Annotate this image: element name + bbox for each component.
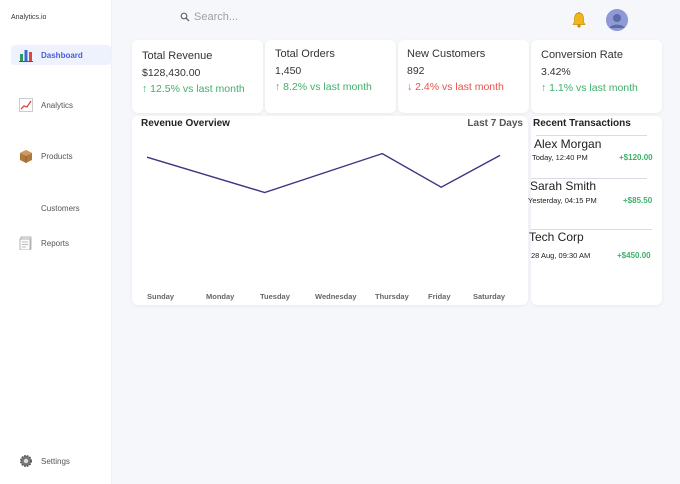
recent-transactions-panel: Recent Transactions Alex Morgan Today, 1… [528,116,662,305]
x-tick-label: Thursday [375,292,409,301]
transaction-time: Today, 12:40 PM [532,153,588,162]
bar-chart-icon [18,47,34,63]
line-chart-icon [18,97,34,113]
stat-value: $128,430.00 [142,67,201,79]
revenue-series-line [146,152,501,194]
transaction-name: Tech Corp [529,230,584,244]
revenue-line-chart [146,152,501,194]
recent-transactions-title: Recent Transactions [533,118,631,129]
transaction-name: Sarah Smith [530,179,597,193]
sidebar-item-reports[interactable]: Reports [11,233,111,253]
transaction-amount: +$450.00 [617,251,651,260]
sidebar-item-settings[interactable]: Settings [11,451,111,471]
gear-icon [18,453,34,469]
x-tick-label: Sunday [147,292,175,301]
stat-card-new-customers: New Customers 892 ↓ 2.4% vs last month [398,40,529,113]
x-tick-label: Saturday [473,292,506,301]
stat-value: 1,450 [275,65,302,77]
brand-logo[interactable]: Analytics.io [11,14,46,21]
transaction-amount: +$85.50 [623,196,653,205]
stat-trend: ↓ 2.4% vs last month [407,81,504,93]
document-icon [18,235,34,251]
transaction-time: Yesterday, 04:15 PM [528,196,597,205]
transaction-time: 28 Aug, 09:30 AM [531,251,591,260]
stat-value: 892 [407,65,425,77]
transaction-amount: +$120.00 [619,153,653,162]
x-tick-label: Friday [428,292,451,301]
x-tick-label: Monday [206,292,235,301]
sidebar-item-label: Settings [41,456,70,466]
stat-card-total-orders: Total Orders 1,450 ↑ 8.2% vs last month [265,40,396,113]
sidebar-item-label: Products [41,151,73,161]
sidebar-item-products[interactable]: Products [11,146,111,166]
box-icon [18,148,34,164]
revenue-overview-panel: Revenue Overview Last 7 Days Sunday Mond… [132,116,528,305]
sidebar-item-analytics[interactable]: Analytics [11,95,111,115]
sidebar-item-dashboard[interactable]: Dashboard [11,45,111,65]
stat-title: Total Orders [275,48,335,60]
search-input[interactable]: Search... [180,11,238,23]
x-tick-label: Wednesday [315,292,357,301]
stat-trend: ↑ 1.1% vs last month [541,82,638,94]
divider [536,135,647,136]
stat-trend: ↑ 12.5% vs last month [142,83,245,95]
search-icon [180,12,190,22]
x-tick-label: Tuesday [260,292,290,301]
stat-trend: ↑ 8.2% vs last month [275,81,372,93]
transaction-name: Alex Morgan [534,137,602,151]
sidebar-item-label: Analytics [41,100,74,110]
sidebar-item-label: Reports [41,238,70,248]
stat-title: New Customers [407,48,486,60]
user-avatar[interactable] [606,9,628,31]
sidebar-item-label: Dashboard [41,50,83,60]
stat-value: 3.42% [541,66,571,78]
sidebar-item-label: Customers [41,203,80,213]
stat-title: Conversion Rate [541,49,623,61]
bell-icon[interactable] [570,11,588,29]
stat-card-total-revenue: Total Revenue $128,430.00 ↑ 12.5% vs las… [132,40,263,113]
stat-title: Total Revenue [142,50,213,62]
sidebar-item-customers[interactable]: Customers [11,198,111,218]
sidebar: Analytics.io Dashboard Analytics Product… [0,0,112,484]
stat-card-conversion-rate: Conversion Rate 3.42% ↑ 1.1% vs last mon… [531,40,662,113]
search-placeholder: Search... [194,11,239,23]
